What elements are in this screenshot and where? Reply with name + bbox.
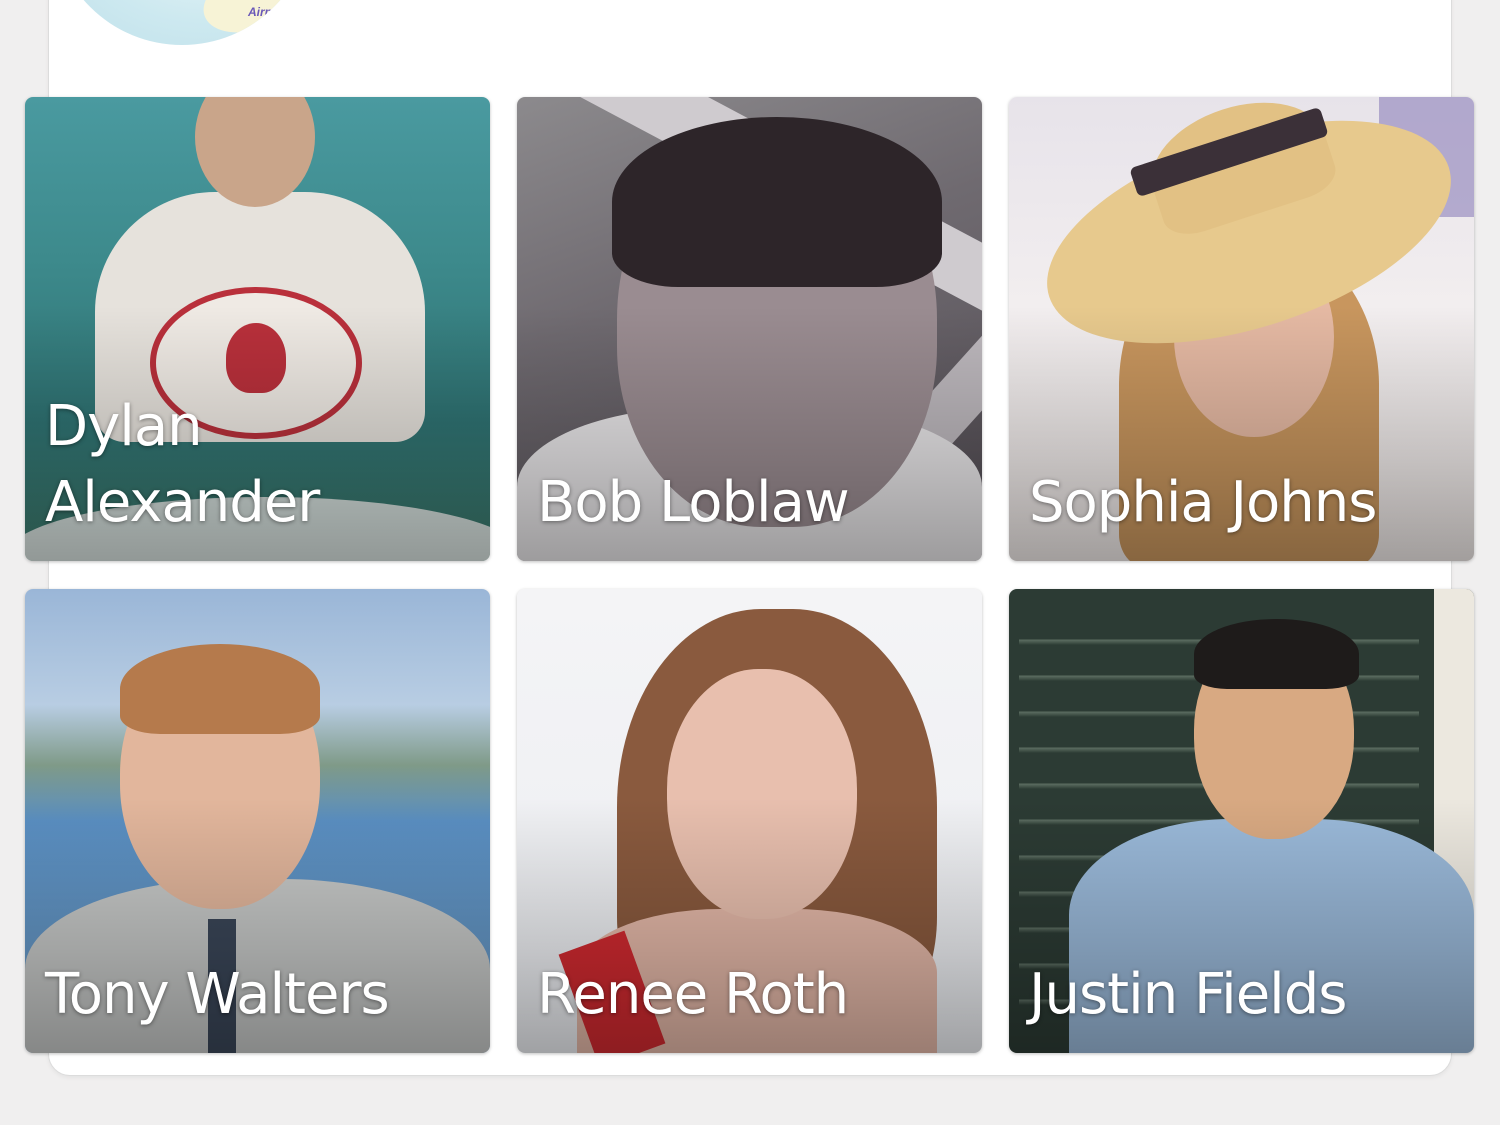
people-grid: Dylan Alexander Bob Loblaw Sophia Johns [25, 97, 1474, 1053]
person-card-sophia-johns[interactable]: Sophia Johns [1009, 97, 1474, 561]
person-card-dylan-alexander[interactable]: Dylan Alexander [25, 97, 490, 561]
person-card-tony-walters[interactable]: Tony Walters [25, 589, 490, 1053]
person-name: Sophia Johns [1029, 470, 1377, 535]
person-name: Bob Loblaw [537, 470, 850, 535]
person-card-justin-fields[interactable]: Justin Fields [1009, 589, 1474, 1053]
map-airport-label: Airport [248, 5, 288, 19]
person-name: Dylan Alexander [45, 394, 320, 535]
person-name: Renee Roth [537, 962, 849, 1027]
person-card-bob-loblaw[interactable]: Bob Loblaw [517, 97, 982, 561]
person-card-renee-roth[interactable]: Renee Roth [517, 589, 982, 1053]
person-name: Justin Fields [1029, 962, 1347, 1027]
person-name: Tony Walters [45, 962, 390, 1027]
